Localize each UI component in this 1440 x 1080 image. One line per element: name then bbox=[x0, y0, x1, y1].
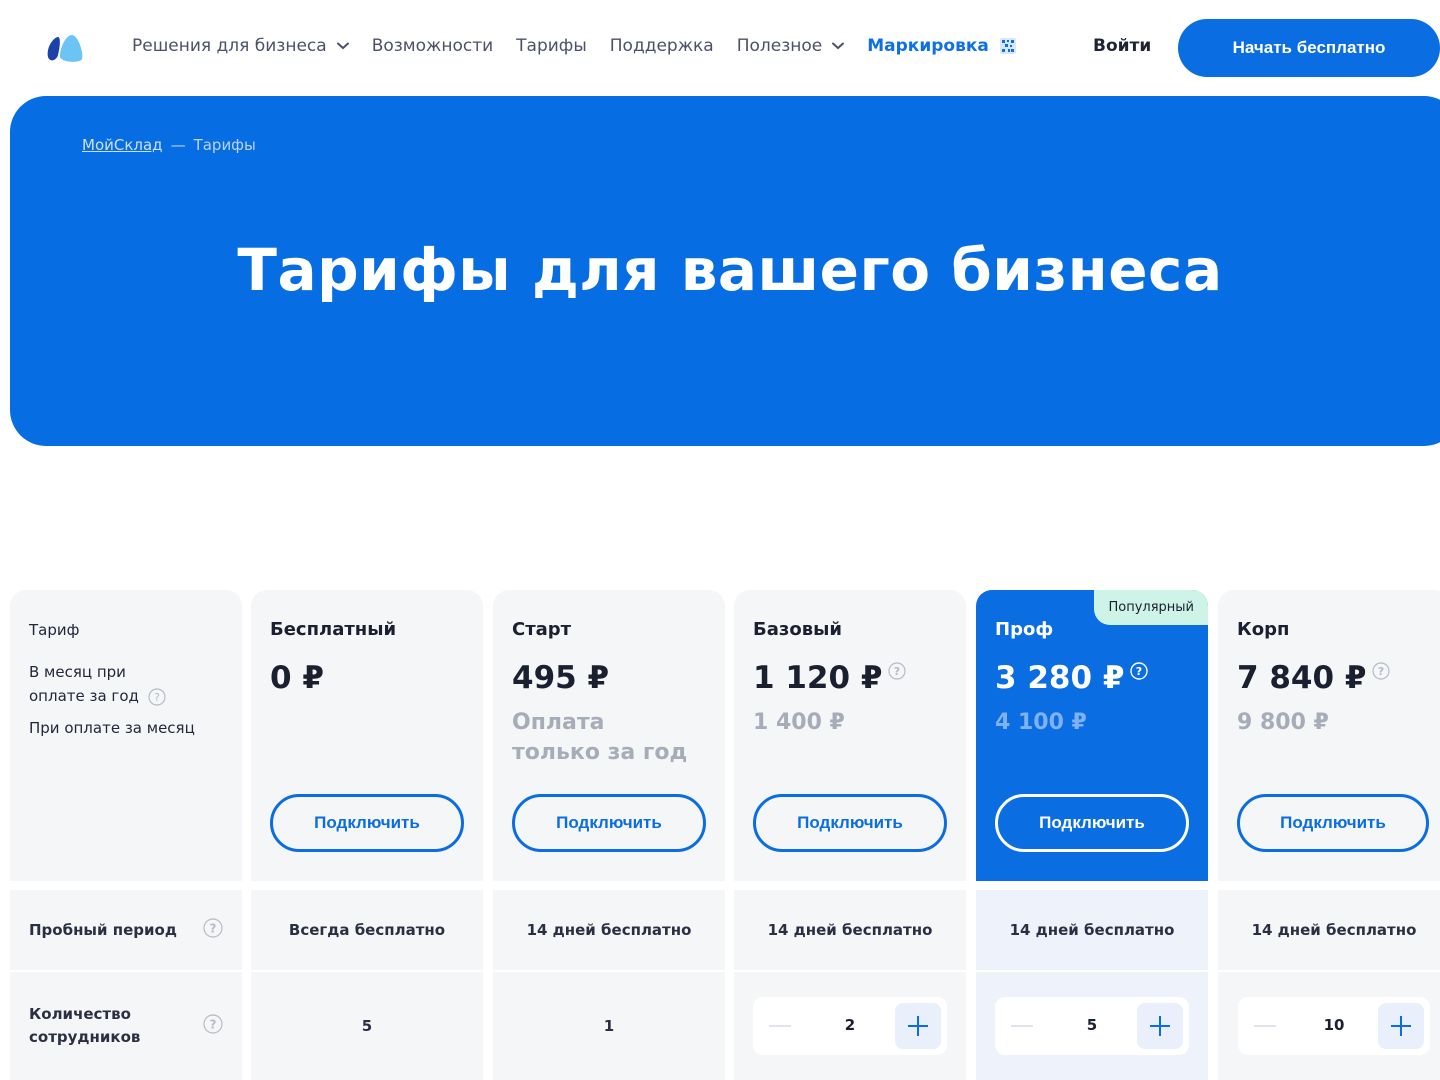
plan-price-value: 1 120 ₽ bbox=[753, 660, 883, 696]
employees-cell-basic: 2 bbox=[734, 972, 966, 1080]
trial-period-label: Пробный период bbox=[29, 920, 177, 939]
trial-period-value: Всегда бесплатно bbox=[251, 890, 483, 970]
plan-price: 0 ₽ bbox=[270, 660, 324, 696]
page-title: Тарифы для вашего бизнеса bbox=[237, 236, 1223, 304]
plan-card-corp: Корп 7 840 ₽ ? 9 800 ₽ Подключить bbox=[1218, 590, 1440, 881]
trial-period-value: 14 дней бесплатно bbox=[976, 890, 1208, 970]
breadcrumb-current: Тарифы bbox=[193, 136, 256, 154]
plan-name: Корп bbox=[1237, 619, 1290, 640]
trial-period-value: 14 дней бесплатно bbox=[493, 890, 725, 970]
nav-item-label: Маркировка bbox=[867, 36, 989, 56]
employees-stepper: 10 bbox=[1238, 997, 1430, 1055]
plan-name: Проф bbox=[995, 619, 1054, 640]
nav-item-useful[interactable]: Полезное bbox=[737, 36, 845, 56]
help-icon[interactable]: ? bbox=[1130, 662, 1149, 680]
svg-text:?: ? bbox=[1378, 665, 1384, 678]
popular-badge: Популярный bbox=[1094, 590, 1208, 625]
datamatrix-icon bbox=[999, 37, 1017, 55]
help-icon[interactable]: ? bbox=[203, 1014, 223, 1038]
employees-value: 5 bbox=[251, 972, 483, 1080]
plan-monthly-price: 1 400 ₽ bbox=[753, 710, 845, 735]
plan-price-value: 7 840 ₽ bbox=[1237, 660, 1367, 696]
plan-card-basic: Базовый 1 120 ₽ ? 1 400 ₽ Подключить bbox=[734, 590, 966, 881]
plus-icon bbox=[908, 1016, 928, 1036]
employees-label-line1: Количество bbox=[29, 1005, 131, 1023]
yearly-price-label-line1: В месяц при bbox=[29, 663, 126, 681]
moysklad-logo-icon[interactable] bbox=[46, 33, 84, 63]
svg-text:?: ? bbox=[154, 691, 160, 704]
connect-button[interactable]: Подключить bbox=[512, 794, 706, 852]
plan-card-free: Бесплатный 0 ₽ Подключить bbox=[251, 590, 483, 881]
yearly-price-label-row: оплате за год ? bbox=[29, 684, 166, 708]
employees-stepper: 2 bbox=[753, 997, 947, 1055]
employees-cell-corp: 10 bbox=[1218, 972, 1440, 1080]
breadcrumb: МойСклад — Тарифы bbox=[82, 136, 256, 154]
plan-price: 7 840 ₽ ? bbox=[1237, 660, 1391, 696]
connect-button[interactable]: Подключить bbox=[1237, 794, 1429, 852]
plan-name: Старт bbox=[512, 619, 572, 640]
nav-item-solutions[interactable]: Решения для бизнеса bbox=[132, 36, 349, 56]
login-link[interactable]: Войти bbox=[1093, 36, 1151, 56]
plan-price-value: 3 280 ₽ bbox=[995, 660, 1125, 696]
nav-item-support[interactable]: Поддержка bbox=[610, 36, 714, 56]
plan-sub-price: Оплата только за год bbox=[512, 710, 688, 765]
plan-monthly-price: 4 100 ₽ bbox=[995, 710, 1087, 735]
employees-value: 1 bbox=[493, 972, 725, 1080]
employees-label: Количество сотрудников bbox=[29, 1003, 140, 1049]
pricing-labels-column: Тариф В месяц при оплате за год ? При оп… bbox=[10, 590, 242, 881]
nav-item-label: Возможности bbox=[371, 36, 494, 56]
plan-price: 3 280 ₽ ? bbox=[995, 660, 1149, 696]
svg-text:?: ? bbox=[1136, 665, 1142, 678]
chevron-down-icon bbox=[336, 42, 349, 50]
plan-price-value: 0 ₽ bbox=[270, 660, 324, 696]
nav-item-label: Полезное bbox=[736, 36, 823, 56]
yearly-price-label-line2: оплате за год bbox=[29, 687, 139, 705]
plan-card-prof: Популярный Проф 3 280 ₽ ? 4 100 ₽ Подклю… bbox=[976, 590, 1208, 881]
connect-button[interactable]: Подключить bbox=[995, 794, 1189, 852]
plus-button[interactable] bbox=[1137, 1003, 1183, 1049]
hero-banner: МойСклад — Тарифы Тарифы для вашего бизн… bbox=[10, 96, 1440, 446]
plan-price-value: 495 ₽ bbox=[512, 660, 610, 696]
nav-item-marking[interactable]: Маркировка bbox=[867, 36, 1017, 56]
help-icon[interactable]: ? bbox=[1372, 662, 1391, 680]
svg-text:?: ? bbox=[894, 665, 900, 678]
employees-label-cell: Количество сотрудников ? bbox=[10, 972, 242, 1080]
nav-item-label: Тарифы bbox=[516, 36, 587, 56]
svg-text:?: ? bbox=[210, 922, 217, 936]
plan-price: 495 ₽ bbox=[512, 660, 609, 696]
plus-icon bbox=[1391, 1016, 1411, 1036]
connect-button[interactable]: Подключить bbox=[753, 794, 947, 852]
connect-button[interactable]: Подключить bbox=[270, 794, 464, 852]
plus-button[interactable] bbox=[1378, 1003, 1424, 1049]
main-nav: Решения для бизнеса Возможности Тарифы П… bbox=[132, 36, 1040, 56]
svg-text:?: ? bbox=[210, 1018, 217, 1032]
plan-card-start: Старт 495 ₽ Оплата только за год Подключ… bbox=[493, 590, 725, 881]
tariff-label: Тариф bbox=[29, 621, 80, 639]
nav-item-label: Поддержка bbox=[609, 36, 714, 56]
plan-name: Базовый bbox=[753, 619, 842, 640]
site-header: Решения для бизнеса Возможности Тарифы П… bbox=[0, 0, 1440, 96]
trial-period-label-cell: Пробный период ? bbox=[10, 890, 242, 970]
help-icon[interactable]: ? bbox=[888, 662, 907, 680]
employees-label-line2: сотрудников bbox=[29, 1028, 141, 1046]
nav-item-tariffs[interactable]: Тарифы bbox=[516, 36, 587, 56]
chevron-down-icon bbox=[832, 42, 845, 50]
monthly-price-label: При оплате за месяц bbox=[29, 719, 195, 737]
employees-cell-prof: 5 bbox=[976, 972, 1208, 1080]
plan-name: Бесплатный bbox=[270, 619, 397, 640]
plan-price: 1 120 ₽ ? bbox=[753, 660, 907, 696]
employees-stepper: 5 bbox=[995, 997, 1189, 1055]
trial-period-value: 14 дней бесплатно bbox=[734, 890, 966, 970]
nav-item-label: Решения для бизнеса bbox=[132, 36, 327, 56]
help-icon[interactable]: ? bbox=[148, 687, 166, 706]
trial-period-value: 14 дней бесплатно bbox=[1218, 890, 1440, 970]
start-free-button[interactable]: Начать бесплатно bbox=[1178, 19, 1440, 77]
breadcrumb-home-link[interactable]: МойСклад bbox=[82, 136, 163, 154]
help-icon[interactable]: ? bbox=[203, 918, 223, 942]
breadcrumb-separator: — bbox=[170, 136, 186, 154]
nav-item-features[interactable]: Возможности bbox=[372, 36, 493, 56]
plan-monthly-price: 9 800 ₽ bbox=[1237, 710, 1329, 735]
plus-button[interactable] bbox=[895, 1003, 941, 1049]
plus-icon bbox=[1150, 1016, 1170, 1036]
